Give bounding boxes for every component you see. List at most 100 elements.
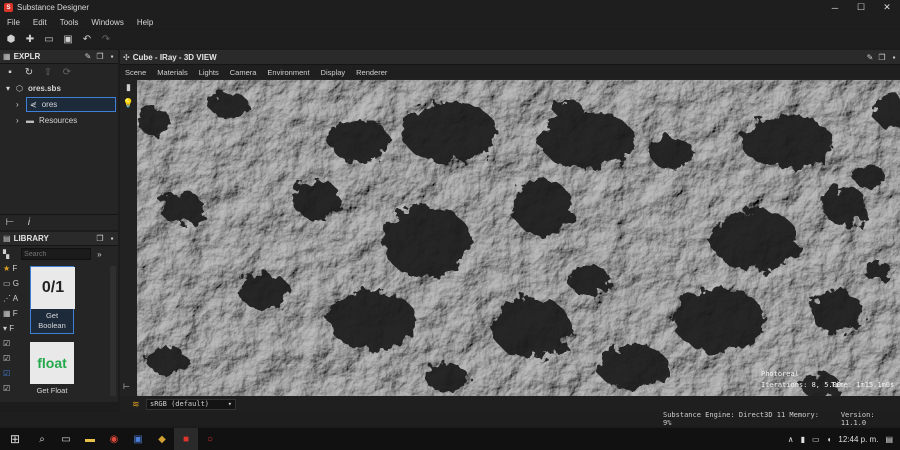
refresh-icon[interactable]: ↻ bbox=[22, 65, 36, 79]
tree-toggle-icon[interactable]: ⊢ bbox=[3, 216, 17, 230]
word-icon[interactable]: ▣ bbox=[126, 428, 150, 450]
explorer-icon: ▦ bbox=[3, 52, 11, 61]
app-shield-icon[interactable]: ◆ bbox=[150, 428, 174, 450]
float-panel-icon[interactable]: ❐ bbox=[94, 52, 106, 61]
undo-icon[interactable]: ↶ bbox=[80, 32, 94, 46]
volume-icon[interactable]: ◖ bbox=[827, 435, 832, 444]
clock-time[interactable]: 12:44 p. m. bbox=[838, 435, 878, 444]
3d-view-title: Cube - IRay - 3D VIEW bbox=[132, 52, 217, 62]
info-icon[interactable]: i bbox=[22, 216, 36, 230]
package-label: ores.sbs bbox=[27, 83, 61, 93]
library-item-label: Get Float bbox=[36, 386, 68, 395]
camera-icon[interactable]: ▮ bbox=[120, 82, 137, 98]
tree-item-graph[interactable]: › ⋞ ores bbox=[0, 96, 118, 112]
category-filters[interactable]: ▦ F bbox=[0, 309, 26, 324]
tree-item-resources[interactable]: › ▬ Resources bbox=[0, 112, 118, 128]
library-scrollbar[interactable] bbox=[110, 266, 116, 396]
close-panel-icon[interactable]: ▪ bbox=[888, 53, 900, 62]
folder-label: Resources bbox=[39, 115, 78, 125]
grid-icon: ▦ bbox=[3, 309, 11, 318]
light-bulb-icon[interactable]: 💡 bbox=[120, 98, 137, 114]
publish-icon[interactable]: ⇪ bbox=[41, 65, 55, 79]
save-icon[interactable]: ▪ bbox=[3, 65, 17, 79]
microphone-icon[interactable]: ▮ bbox=[801, 435, 805, 444]
reload-icon[interactable]: ⟳ bbox=[60, 65, 74, 79]
explorer-panel: ▦ EXPLR ✎ ❐ ▪ ▪ ↻ ⇪ ⟳ ▾ ⬡ ores.sbs › ⋞ o… bbox=[0, 50, 118, 230]
title-bar: S Substance Designer ─ ☐ ✕ bbox=[0, 0, 900, 15]
chevron-right-icon[interactable]: › bbox=[16, 116, 26, 125]
render-mode-label: Photoreal bbox=[761, 370, 799, 378]
open-folder-icon[interactable]: ▭ bbox=[42, 32, 56, 46]
opera-icon[interactable]: ○ bbox=[198, 428, 222, 450]
function-icon: ☑ bbox=[3, 354, 11, 363]
view-menu-camera[interactable]: Camera bbox=[230, 68, 257, 77]
menu-tools[interactable]: Tools bbox=[60, 18, 79, 27]
view-menu-display[interactable]: Display bbox=[321, 68, 346, 77]
substance-designer-icon[interactable]: ■ bbox=[174, 428, 198, 450]
filter-icon[interactable]: ▚ bbox=[3, 250, 9, 259]
library-header: ▤ LIBRARY ❐ ▪ bbox=[0, 232, 118, 246]
category-atomic[interactable]: ⋰ A bbox=[0, 294, 26, 309]
search-icon[interactable]: ⌕ bbox=[30, 428, 54, 450]
category-favorites[interactable]: ★ F bbox=[0, 264, 26, 279]
new-graph-icon[interactable]: ✚ bbox=[23, 32, 37, 46]
view-menu-renderer[interactable]: Renderer bbox=[356, 68, 387, 77]
menu-help[interactable]: Help bbox=[137, 18, 153, 27]
menu-file[interactable]: File bbox=[7, 18, 20, 27]
close-panel-icon[interactable]: ▪ bbox=[106, 52, 118, 61]
nodes-icon: ⋰ bbox=[3, 294, 11, 303]
expand-icon[interactable]: » bbox=[97, 250, 101, 259]
view-menu-lights[interactable]: Lights bbox=[199, 68, 219, 77]
menu-windows[interactable]: Windows bbox=[91, 18, 123, 27]
float-panel-icon[interactable]: ❐ bbox=[94, 234, 106, 243]
float-panel-icon[interactable]: ❐ bbox=[876, 53, 888, 62]
chevron-right-icon[interactable]: › bbox=[16, 100, 26, 109]
tree-item-package[interactable]: ▾ ⬡ ores.sbs bbox=[0, 80, 118, 96]
library-item-get-boolean[interactable]: 0/1 Get Boolean bbox=[30, 266, 75, 334]
maximize-button[interactable]: ☐ bbox=[848, 0, 874, 15]
category-letter: F bbox=[12, 264, 18, 273]
notifications-icon[interactable]: ▤ bbox=[885, 435, 893, 444]
view-menu-materials[interactable]: Materials bbox=[157, 68, 187, 77]
explorer-title: EXPLR bbox=[13, 52, 41, 61]
redo-icon[interactable]: ↷ bbox=[99, 32, 113, 46]
colorspace-select[interactable]: sRGB (default) ▾ bbox=[146, 398, 236, 410]
new-package-icon[interactable]: ⬢ bbox=[4, 32, 18, 46]
category-sub-3[interactable]: ☑ bbox=[0, 369, 26, 384]
3d-render-viewport[interactable]: Photoreal Iterations: 8, 5.00 Time: 1m15… bbox=[137, 80, 900, 396]
library-item-get-float[interactable]: float Get Float bbox=[30, 342, 74, 398]
category-sub-1[interactable]: ☑ bbox=[0, 339, 26, 354]
chevron-up-icon[interactable]: ∧ bbox=[788, 435, 794, 444]
pin-icon[interactable]: ✎ bbox=[864, 53, 876, 62]
graph-selected-row[interactable]: ⋞ ores bbox=[26, 96, 116, 112]
pin-icon[interactable]: ✎ bbox=[82, 52, 94, 61]
3d-view-corner-icon[interactable]: ⊢ bbox=[123, 382, 130, 391]
view-menu-environment[interactable]: Environment bbox=[267, 68, 309, 77]
menu-edit[interactable]: Edit bbox=[33, 18, 47, 27]
save-all-icon[interactable]: ▣ bbox=[61, 32, 75, 46]
function-icon: ☑ bbox=[3, 369, 11, 378]
library-item-label: Get Boolean bbox=[38, 311, 66, 330]
category-letter: F bbox=[9, 324, 15, 333]
category-graph-items[interactable]: ▭ G bbox=[0, 279, 26, 294]
file-explorer-icon[interactable]: ▬ bbox=[78, 428, 102, 450]
status-bar: Substance Engine: Direct3D 11 Memory: 9%… bbox=[0, 411, 900, 427]
category-function[interactable]: ▾ F bbox=[0, 324, 26, 339]
view-menu-scene[interactable]: Scene bbox=[125, 68, 146, 77]
network-icon[interactable]: ▭ bbox=[812, 435, 820, 444]
task-view-icon[interactable]: ▭ bbox=[54, 428, 78, 450]
close-panel-icon[interactable]: ▪ bbox=[106, 234, 118, 243]
graph-label: ores bbox=[41, 99, 58, 109]
category-sub-4[interactable]: ☑ bbox=[0, 384, 26, 399]
chrome-icon[interactable]: ◉ bbox=[102, 428, 126, 450]
minimize-button[interactable]: ─ bbox=[822, 0, 848, 15]
boolean-icon: 0/1 bbox=[41, 279, 65, 296]
category-sub-2[interactable]: ☑ bbox=[0, 354, 26, 369]
get-boolean-thumbnail: 0/1 bbox=[31, 267, 75, 309]
layers-icon[interactable]: ≋ bbox=[132, 399, 140, 410]
library-search-input[interactable] bbox=[21, 248, 92, 260]
close-button[interactable]: ✕ bbox=[874, 0, 900, 15]
category-letter: A bbox=[12, 294, 19, 303]
windows-start-icon[interactable]: ⊞ bbox=[0, 428, 30, 450]
chevron-down-icon[interactable]: ▾ bbox=[6, 84, 16, 93]
